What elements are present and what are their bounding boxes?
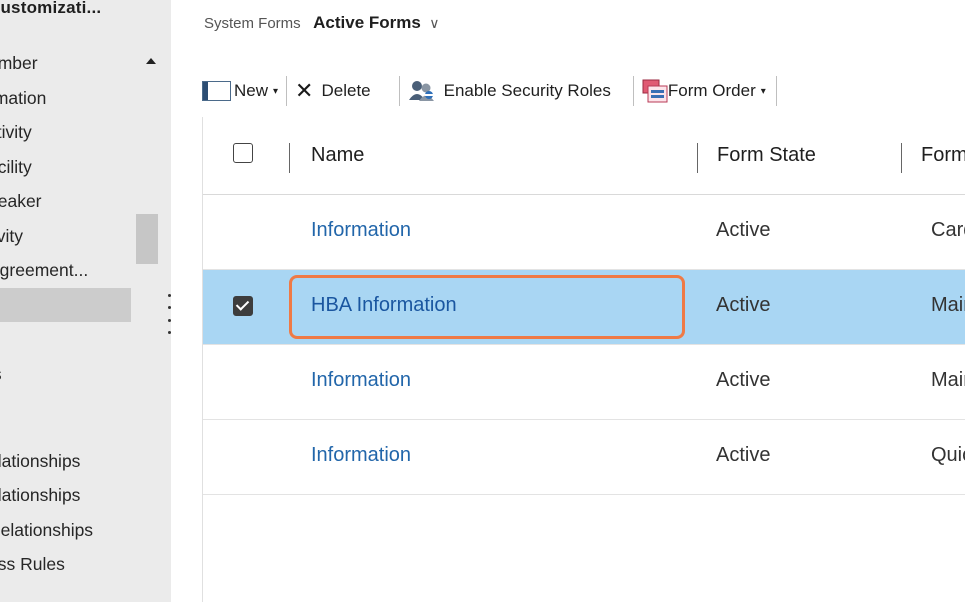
new-button[interactable]: New ▾	[202, 74, 278, 108]
form-order-label: Form Order	[667, 81, 756, 100]
form-order-icon	[642, 79, 668, 103]
chevron-down-icon: ▾	[273, 85, 279, 97]
solution-title: Customizati...	[0, 0, 102, 17]
table-row[interactable]: Information Active Card	[203, 195, 965, 270]
sidebar-item-facility[interactable]: acility	[0, 150, 133, 185]
form-order-button[interactable]: Form Order ▾	[642, 74, 766, 108]
sidebar-item-relationships-1n[interactable]: elationships	[0, 444, 133, 479]
select-all-checkbox[interactable]	[233, 143, 253, 163]
toolbar-divider	[632, 76, 634, 106]
column-header-form-type[interactable]: Form	[921, 144, 965, 167]
toolbar-divider	[286, 76, 288, 106]
column-divider	[289, 143, 290, 173]
sidebar-item-business-rules[interactable]: ess Rules	[0, 547, 133, 582]
table-row-selected[interactable]: HBA Information Active Main	[203, 270, 965, 345]
delete-button[interactable]: ✕ Delete	[295, 74, 371, 108]
command-bar: New ▾ ✕ Delete Enable Security Roles For…	[202, 70, 965, 112]
sidebar-item-views[interactable]: s	[0, 322, 133, 357]
sidebar-item-relationships-n1[interactable]: elationships	[0, 478, 133, 513]
column-header-form-state[interactable]: Form State	[717, 144, 816, 167]
grid-header: Name Form State Form	[203, 117, 965, 195]
enable-security-roles-button[interactable]: Enable Security Roles	[408, 74, 611, 108]
sidebar-item-relationships-nn[interactable]: Relationships	[0, 513, 133, 548]
sidebar-item-agreement[interactable]: Agreement...	[0, 253, 133, 288]
sidebar-item-information[interactable]: rmation	[0, 81, 133, 116]
breadcrumb: System Forms Active Forms ∨	[204, 13, 440, 33]
form-icon	[202, 81, 231, 101]
sidebar-item-forms[interactable]: s	[0, 287, 131, 322]
sidebar-item-speaker[interactable]: peaker	[0, 184, 133, 219]
form-state-cell: Active	[716, 219, 771, 241]
chevron-down-icon[interactable]: ∨	[429, 15, 439, 31]
sidebar-item-activity[interactable]: ctivity	[0, 115, 133, 150]
security-roles-icon	[408, 81, 434, 101]
form-name-link[interactable]: HBA Information	[311, 294, 457, 317]
delete-button-label: Delete	[321, 81, 371, 100]
forms-grid: Name Form State Form Information Active …	[202, 117, 965, 602]
form-state-cell: Active	[716, 444, 771, 466]
sidebar-item-charts[interactable]: ts	[0, 357, 133, 392]
form-type-cell: Main	[931, 294, 965, 316]
form-type-cell: Quick	[931, 444, 965, 466]
close-icon: ✕	[295, 78, 314, 103]
table-row[interactable]: Information Active Main	[203, 345, 965, 420]
scroll-up-arrow-icon[interactable]	[146, 58, 156, 64]
sidebar-scrollbar-thumb[interactable]	[136, 214, 158, 264]
form-name-link[interactable]: Information	[311, 444, 411, 467]
form-state-cell: Active	[716, 294, 771, 316]
toolbar-divider	[775, 76, 777, 106]
form-type-cell: Card	[931, 219, 965, 241]
sidebar-tree: ember rmation ctivity acility peaker tiv…	[0, 46, 133, 582]
left-navigation-pane: Customizati... ember rmation ctivity aci…	[0, 0, 171, 602]
form-type-cell: Main	[931, 369, 965, 391]
table-row[interactable]: Information Active Quick	[203, 420, 965, 495]
form-name-link[interactable]: Information	[311, 219, 411, 242]
system-forms-label: System Forms	[204, 15, 301, 32]
sidebar-item-activity-2[interactable]: tivity	[0, 219, 133, 254]
sidebar-item-member[interactable]: ember	[0, 46, 133, 81]
column-divider	[901, 143, 902, 173]
enable-security-roles-label: Enable Security Roles	[443, 81, 611, 100]
sidebar-item-fields[interactable]: s	[0, 391, 133, 426]
view-selector[interactable]: Active Forms	[313, 13, 421, 32]
form-state-cell: Active	[716, 369, 771, 391]
row-checkbox[interactable]	[233, 296, 253, 316]
form-name-link[interactable]: Information	[311, 369, 411, 392]
chevron-down-icon: ▾	[760, 85, 766, 97]
column-divider	[697, 143, 698, 173]
column-header-name[interactable]: Name	[311, 144, 364, 167]
toolbar-divider	[398, 76, 400, 106]
pane-splitter-handle[interactable]	[168, 294, 171, 334]
new-button-label: New	[234, 81, 269, 100]
